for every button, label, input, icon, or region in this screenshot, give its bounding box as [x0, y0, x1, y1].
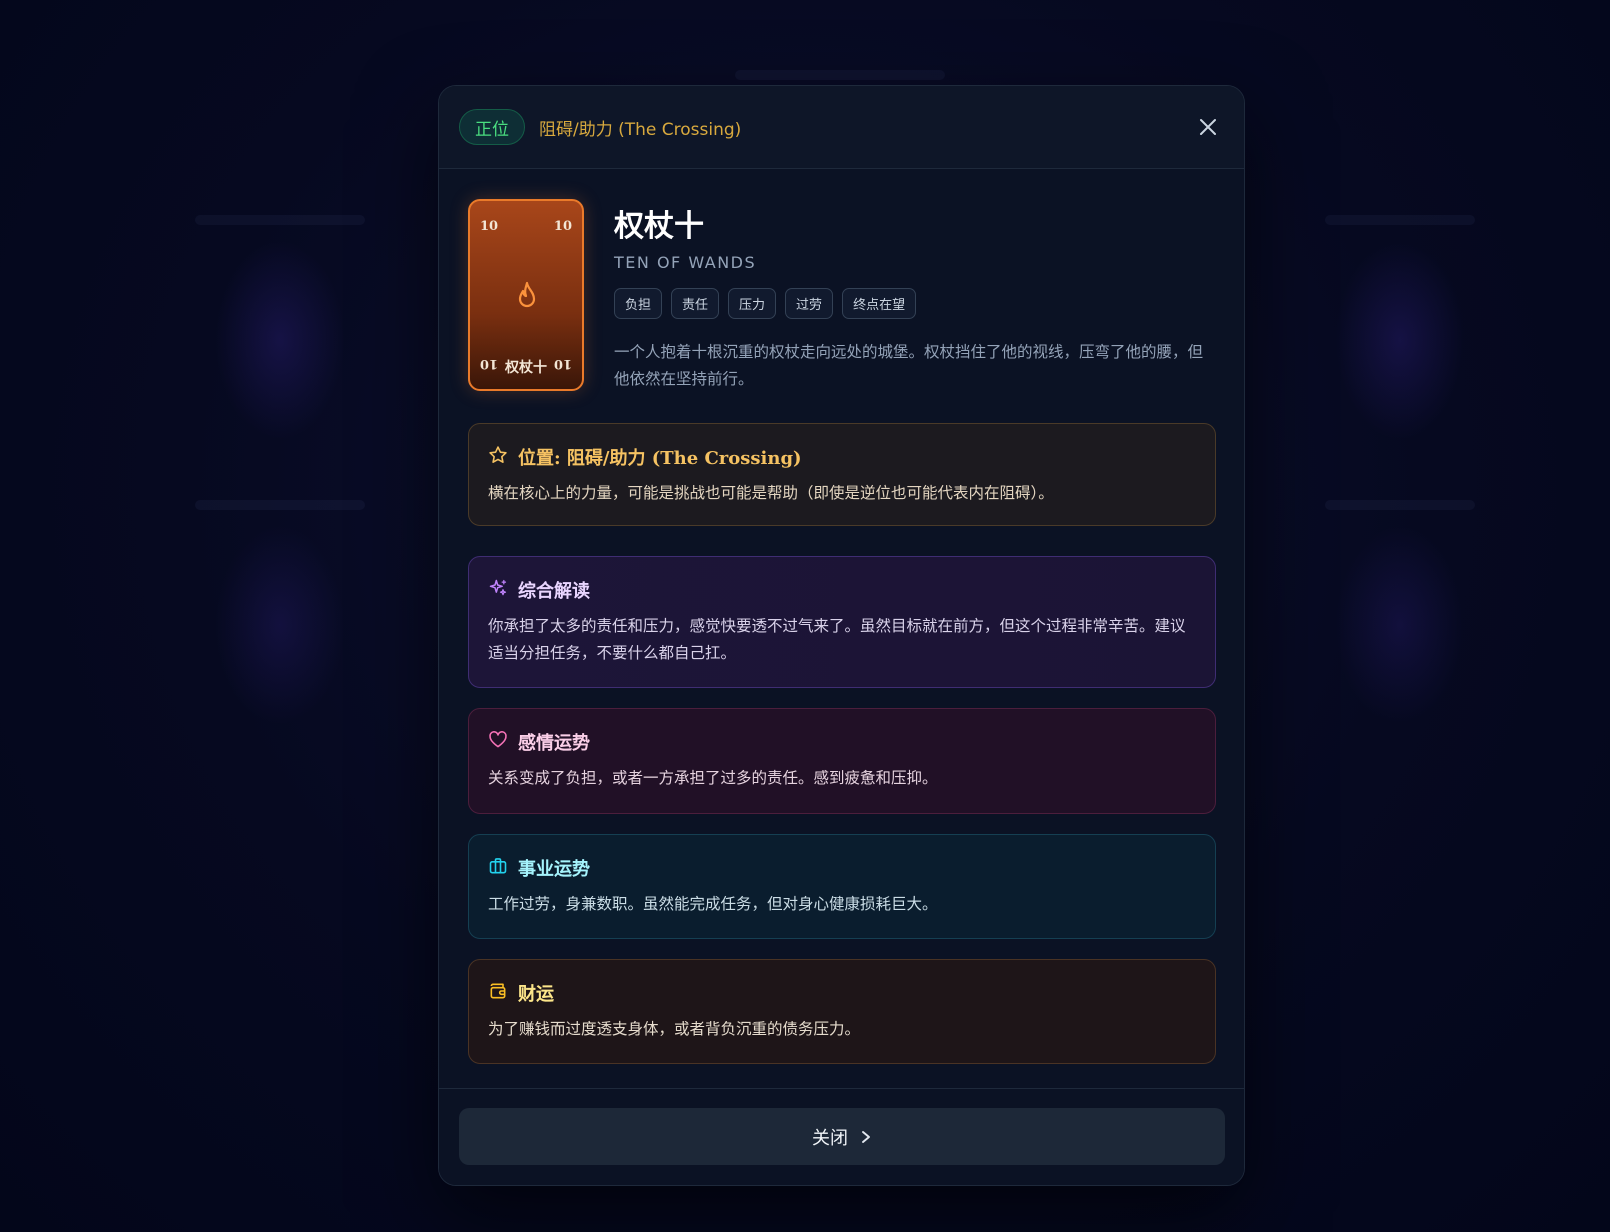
tarot-card-image: 10 10 10 10 权杖十: [468, 199, 584, 391]
card-info: 权杖十 TEN OF WANDS 负担 责任 压力 过劳 终点在望 一个人抱着十…: [614, 199, 1215, 393]
section-title: 感情运势: [518, 733, 590, 754]
card-image-name: 权杖十: [505, 360, 547, 376]
card-detail-modal: 正位 阻碍/助力 (The Crossing) 10 10 10 10 权杖十 …: [438, 85, 1245, 1186]
section-title: 事业运势: [518, 859, 590, 880]
card-title: 权杖十: [614, 209, 704, 244]
card-number-top-right: 10: [553, 219, 572, 234]
blurred-background-card: [215, 240, 345, 440]
section-body: 你承担了太多的责任和压力，感觉快要透不过气来了。虽然目标就在前方，但这个过程非常…: [488, 617, 1186, 662]
orientation-badge: 正位: [459, 109, 525, 145]
wallet-icon: [488, 981, 508, 1005]
card-summary: 10 10 10 10 权杖十 权杖十 TEN OF WANDS 负担 责任 压…: [439, 169, 1244, 393]
modal-footer: 关闭: [439, 1088, 1244, 1185]
section-title: 财运: [518, 984, 554, 1005]
close-icon[interactable]: [1192, 111, 1224, 143]
keyword-tag: 终点在望: [842, 288, 917, 319]
blurred-background-label: [1325, 215, 1475, 225]
close-button[interactable]: 关闭: [459, 1108, 1225, 1165]
wealth-fortune-section: 财运 为了赚钱而过度透支身体，或者背负沉重的债务压力。: [468, 959, 1216, 1064]
section-title: 综合解读: [518, 581, 590, 602]
section-body: 工作过劳，身兼数职。虽然能完成任务，但对身心健康损耗巨大。: [488, 895, 938, 913]
chevron-right-icon: [862, 1130, 870, 1143]
card-number-top-left: 10: [480, 219, 499, 234]
keyword-tag: 责任: [671, 288, 720, 319]
love-fortune-section: 感情运势 关系变成了负担，或者一方承担了过多的责任。感到疲惫和压抑。: [468, 708, 1216, 814]
section-body: 横在核心上的力量，可能是挑战也可能是帮助（即使是逆位也可能代表内在阻碍）。: [488, 484, 1054, 502]
close-button-label: 关闭: [812, 1127, 848, 1149]
blurred-background-label: [1325, 500, 1475, 510]
position-meaning-section: 位置: 阻碍/助力 (The Crossing) 横在核心上的力量，可能是挑战也…: [468, 423, 1216, 526]
keyword-tag: 负担: [614, 288, 663, 319]
career-fortune-section: 事业运势 工作过劳，身兼数职。虽然能完成任务，但对身心健康损耗巨大。: [468, 834, 1216, 939]
blurred-background-title: [735, 70, 945, 80]
section-body: 关系变成了负担，或者一方承担了过多的责任。感到疲惫和压抑。: [488, 769, 938, 787]
overall-reading-section: 综合解读 你承担了太多的责任和压力，感觉快要透不过气来了。虽然目标就在前方，但这…: [468, 556, 1216, 688]
blurred-background-label: [195, 500, 365, 510]
blurred-background-card: [1335, 525, 1465, 725]
keyword-tag: 压力: [728, 288, 777, 319]
briefcase-icon: [488, 856, 508, 880]
blurred-background-card: [1335, 240, 1465, 440]
blurred-background-label: [195, 215, 365, 225]
flame-icon: [514, 281, 540, 315]
position-label: 阻碍/助力 (The Crossing): [539, 119, 742, 140]
heart-icon: [488, 730, 508, 754]
section-body: 为了赚钱而过度透支身体，或者背负沉重的债务压力。: [488, 1020, 861, 1038]
star-icon: [488, 445, 508, 469]
section-title: 位置: 阻碍/助力 (The Crossing): [518, 448, 802, 469]
blurred-background-card: [215, 525, 345, 725]
card-subtitle: TEN OF WANDS: [614, 253, 757, 272]
modal-header: 正位 阻碍/助力 (The Crossing): [439, 86, 1244, 169]
keyword-tags: 负担 责任 压力 过劳 终点在望: [614, 288, 1215, 319]
sparkles-icon: [488, 578, 508, 602]
keyword-tag: 过劳: [785, 288, 834, 319]
card-description: 一个人抱着十根沉重的权杖走向远处的城堡。权杖挡住了他的视线，压弯了他的腰，但他依…: [614, 343, 1204, 388]
